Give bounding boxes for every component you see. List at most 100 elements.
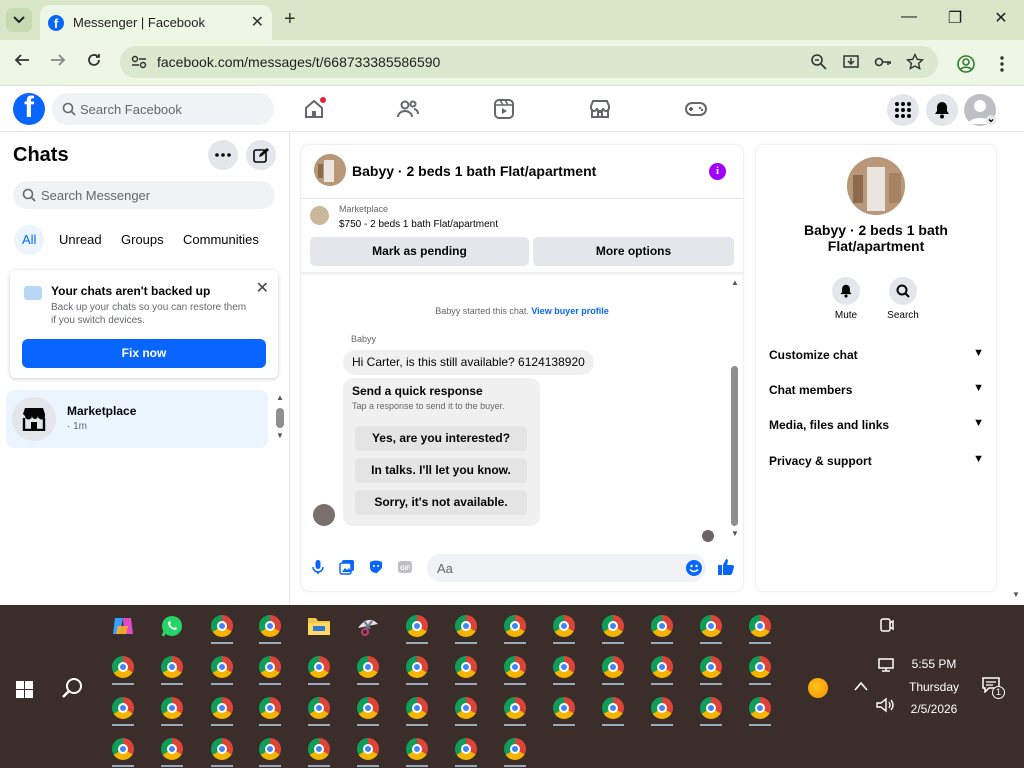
chrome-window-icon[interactable] xyxy=(399,731,435,767)
chrome-window-icon[interactable] xyxy=(644,690,680,726)
url-text[interactable]: facebook.com/messages/t/668733385586590 xyxy=(157,54,440,70)
quick-response-option[interactable]: In talks. I'll let you know. xyxy=(355,458,527,483)
tab-search-button[interactable] xyxy=(6,8,32,32)
chrome-window-icon[interactable] xyxy=(252,649,288,685)
taskbar-search-icon[interactable] xyxy=(62,677,84,699)
chrome-window-icon[interactable] xyxy=(105,731,141,767)
clock-day[interactable]: Thursday xyxy=(902,680,966,694)
messenger-search-input[interactable]: Search Messenger xyxy=(13,181,275,209)
filter-communities[interactable]: Communities xyxy=(183,225,259,255)
chrome-window-icon[interactable] xyxy=(399,608,435,644)
message-bubble[interactable]: Hi Carter, is this still available? 6124… xyxy=(343,350,594,375)
photo-icon[interactable] xyxy=(339,559,355,575)
install-app-icon[interactable] xyxy=(842,53,860,71)
quick-response-option[interactable]: Sorry, it's not available. xyxy=(355,490,527,515)
microphone-icon[interactable] xyxy=(310,559,326,575)
chat-options-button[interactable] xyxy=(208,140,238,170)
profile-icon[interactable] xyxy=(956,54,976,74)
chrome-window-icon[interactable] xyxy=(252,690,288,726)
chrome-window-icon[interactable] xyxy=(693,649,729,685)
chrome-window-icon[interactable] xyxy=(742,649,778,685)
facebook-search-input[interactable]: Search Facebook xyxy=(52,93,274,125)
video-icon[interactable] xyxy=(492,97,516,121)
whatsapp-icon[interactable] xyxy=(154,608,190,644)
mark-as-pending-button[interactable]: Mark as pending xyxy=(310,237,529,266)
tray-app-icon[interactable] xyxy=(808,678,828,698)
info-icon[interactable]: i xyxy=(709,163,726,180)
scroll-up-arrow[interactable]: ▲ xyxy=(731,278,739,287)
chrome-window-icon[interactable] xyxy=(105,690,141,726)
chrome-window-icon[interactable] xyxy=(301,649,337,685)
home-icon[interactable] xyxy=(302,97,326,121)
media-files-links-section[interactable]: Media, files and links ▼ xyxy=(769,417,984,438)
chrome-window-icon[interactable] xyxy=(595,608,631,644)
facebook-logo[interactable]: f xyxy=(13,93,45,125)
forward-button[interactable] xyxy=(46,52,70,73)
start-button[interactable] xyxy=(16,681,33,698)
maximize-button[interactable]: ❐ xyxy=(940,8,970,28)
chrome-window-icon[interactable] xyxy=(399,690,435,726)
conversation-scrollbar[interactable] xyxy=(731,366,738,526)
scroll-down-arrow[interactable]: ▼ xyxy=(731,529,739,538)
meet-now-icon[interactable] xyxy=(878,617,894,633)
sidebar-scrollbar[interactable] xyxy=(276,408,284,428)
chrome-window-icon[interactable] xyxy=(595,649,631,685)
file-explorer-icon[interactable] xyxy=(301,608,337,644)
gaming-icon[interactable] xyxy=(684,97,708,121)
chrome-window-icon[interactable] xyxy=(301,731,337,767)
show-hidden-icons-chevron-icon[interactable] xyxy=(854,681,868,691)
chrome-window-icon[interactable] xyxy=(154,731,190,767)
chrome-window-icon[interactable] xyxy=(497,649,533,685)
chrome-window-icon[interactable] xyxy=(546,690,582,726)
chrome-window-icon[interactable] xyxy=(546,608,582,644)
marketplace-icon[interactable] xyxy=(588,97,612,121)
chrome-window-icon[interactable] xyxy=(742,690,778,726)
search-in-conversation-button[interactable]: Search xyxy=(878,277,928,321)
reload-button[interactable] xyxy=(82,52,106,73)
snipping-tool-icon[interactable] xyxy=(350,608,386,644)
chrome-window-icon[interactable] xyxy=(448,649,484,685)
chrome-window-icon[interactable] xyxy=(204,608,240,644)
emoji-icon[interactable] xyxy=(685,559,703,577)
chrome-window-icon[interactable] xyxy=(448,690,484,726)
close-icon[interactable]: ✕ xyxy=(256,278,269,298)
chrome-window-icon[interactable] xyxy=(448,731,484,767)
chrome-window-icon[interactable] xyxy=(204,649,240,685)
chrome-window-icon[interactable] xyxy=(546,649,582,685)
gif-icon[interactable]: GIF xyxy=(397,559,413,575)
new-message-button[interactable] xyxy=(246,140,276,170)
chrome-window-icon[interactable] xyxy=(693,690,729,726)
chrome-window-icon[interactable] xyxy=(252,731,288,767)
filter-unread[interactable]: Unread xyxy=(59,225,102,255)
chrome-window-icon[interactable] xyxy=(399,649,435,685)
chrome-window-icon[interactable] xyxy=(350,731,386,767)
new-tab-button[interactable]: + xyxy=(284,8,296,31)
chrome-window-icon[interactable] xyxy=(252,608,288,644)
copilot-icon[interactable] xyxy=(105,608,141,644)
chrome-window-icon[interactable] xyxy=(448,608,484,644)
chrome-window-icon[interactable] xyxy=(204,690,240,726)
bookmark-star-icon[interactable] xyxy=(906,53,924,71)
chrome-window-icon[interactable] xyxy=(644,649,680,685)
conversation-item-marketplace[interactable]: Marketplace · 1m xyxy=(6,390,268,448)
mute-button[interactable]: Mute xyxy=(821,277,871,321)
network-icon[interactable] xyxy=(878,657,894,673)
account-button[interactable] xyxy=(964,94,996,126)
minimize-button[interactable]: — xyxy=(894,8,924,26)
chrome-window-icon[interactable] xyxy=(693,608,729,644)
friends-icon[interactable] xyxy=(396,97,420,121)
message-input[interactable]: Aa xyxy=(427,554,706,582)
scroll-up-arrow[interactable]: ▲ xyxy=(276,393,284,402)
sender-avatar[interactable] xyxy=(313,504,335,526)
privacy-support-section[interactable]: Privacy & support ▼ xyxy=(769,453,984,474)
more-options-button[interactable]: More options xyxy=(533,237,734,266)
chrome-window-icon[interactable] xyxy=(595,690,631,726)
listing-avatar[interactable] xyxy=(314,154,346,186)
filter-all[interactable]: All xyxy=(14,225,45,255)
notification-center-button[interactable]: 1 xyxy=(982,677,1005,699)
quick-response-option[interactable]: Yes, are you interested? xyxy=(355,426,527,451)
chrome-window-icon[interactable] xyxy=(301,690,337,726)
customize-chat-section[interactable]: Customize chat ▼ xyxy=(769,347,984,368)
zoom-icon[interactable] xyxy=(810,53,828,71)
chrome-window-icon[interactable] xyxy=(644,608,680,644)
